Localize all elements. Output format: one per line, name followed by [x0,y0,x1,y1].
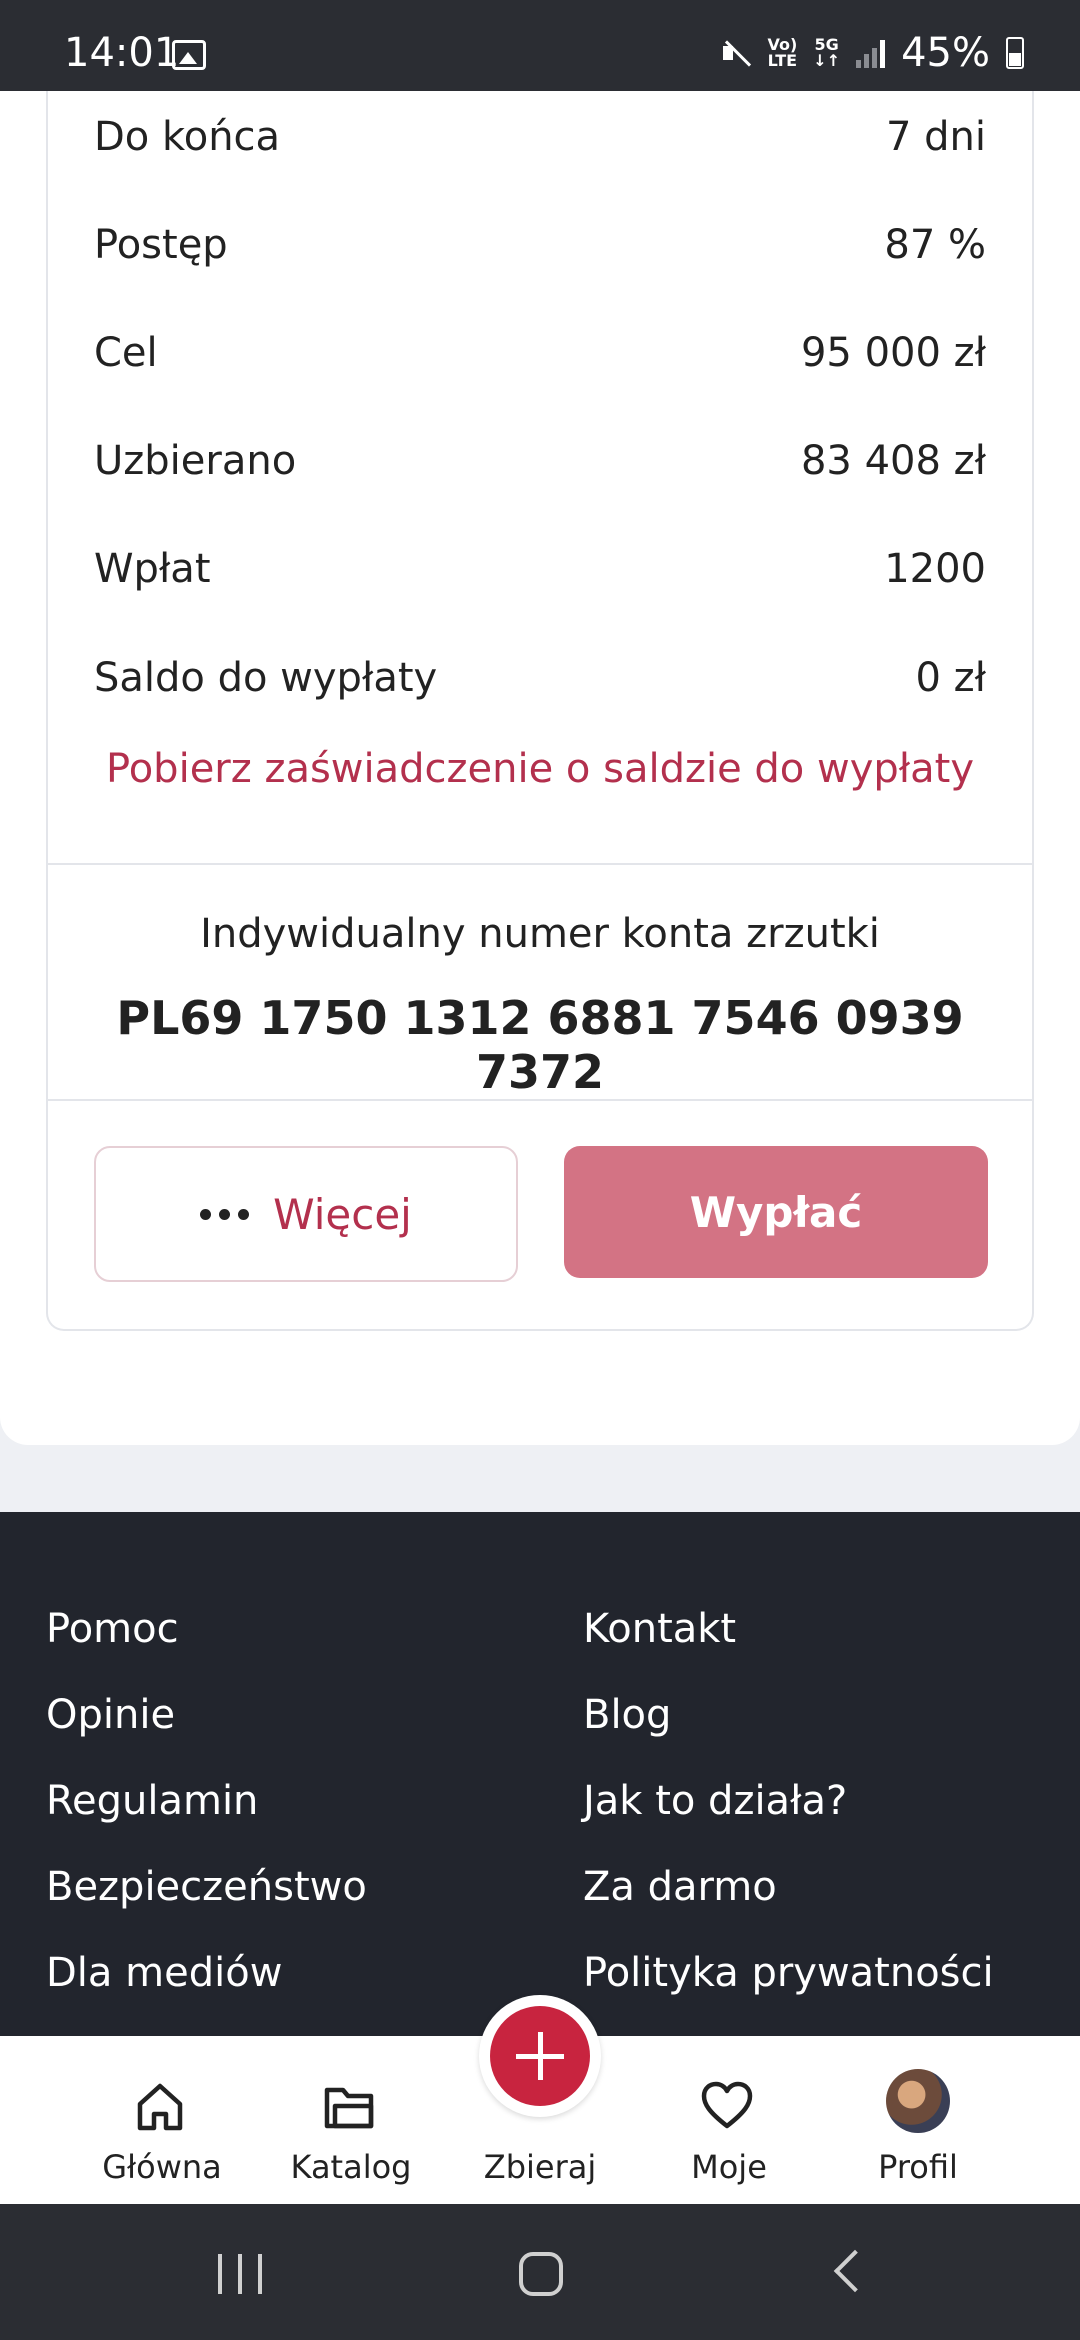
detail-label: Postęp [94,222,228,268]
account-number: PL69 1750 1312 6881 7546 0939 7372 [116,991,964,1099]
footer-link-privacy[interactable]: Polityka prywatności [583,1950,994,1996]
footer-link-help[interactable]: Pomoc [46,1606,179,1652]
more-dots-icon [200,1208,250,1220]
detail-row: Cel 95 000 zł [94,323,986,383]
mute-icon [721,38,751,68]
detail-label: Uzbierano [94,438,297,484]
5g-indicator: 5G ↓↑ [813,37,840,69]
status-bar: 14:01 Vo) LTE 5G ↓↑ 45% [0,0,1080,91]
footer-link-media[interactable]: Dla mediów [46,1950,282,1996]
detail-row: Wpłat 1200 [94,539,986,599]
nav-mine[interactable]: Moje [634,2036,824,2204]
detail-label: Cel [94,330,158,376]
footer-link-reviews[interactable]: Opinie [46,1692,175,1738]
account-number-label: Indywidualny numer konta zrzutki [200,911,880,957]
detail-value: 87 % [884,222,986,268]
detail-row: Saldo do wypłaty 0 zł [94,648,986,708]
detail-value: 1200 [884,546,986,592]
download-balance-certificate-link[interactable]: Pobierz zaświadczenie o saldzie do wypła… [48,746,1032,792]
home-button-icon[interactable] [519,2252,563,2296]
detail-label: Wpłat [94,546,211,592]
nav-home-label: Główna [102,2148,222,2186]
detail-row: Postęp 87 % [94,215,986,275]
avatar[interactable] [886,2069,950,2133]
detail-value: 0 zł [915,655,986,701]
detail-value: 83 408 zł [800,438,986,484]
more-button-label: Więcej [273,1189,412,1239]
nav-home[interactable]: Główna [67,2036,257,2204]
create-fundraiser-button[interactable] [479,1995,601,2117]
footer-link-terms[interactable]: Regulamin [46,1778,258,1824]
detail-label: Do końca [94,114,281,160]
footer-link-blog[interactable]: Blog [583,1692,671,1738]
battery-percent: 45% [901,30,990,76]
image-notification-icon [172,40,206,70]
battery-icon [1006,37,1024,69]
status-time: 14:01 [64,30,180,76]
fundraiser-panel: Do końca 7 dni Postęp 87 % Cel 95 000 zł… [0,91,1080,1445]
volte-indicator: Vo) LTE [767,37,797,69]
footer: Pomoc Opinie Regulamin Bezpieczeństwo Dl… [0,1512,1080,2037]
divider [48,1099,1032,1101]
system-navigation-bar [0,2204,1080,2340]
nav-mine-label: Moje [691,2148,767,2186]
recent-apps-icon[interactable] [218,2254,262,2294]
volte-bottom: LTE [767,51,798,70]
withdraw-button[interactable]: Wypłać [564,1146,988,1278]
detail-label: Saldo do wypłaty [94,655,438,701]
footer-link-free[interactable]: Za darmo [583,1864,777,1910]
folder-icon [324,2087,374,2129]
more-button[interactable]: Więcej [94,1146,518,1282]
nav-collect-label: Zbieraj [483,2148,597,2186]
signal-icon [856,38,886,68]
plus-icon [490,2006,590,2106]
footer-link-contact[interactable]: Kontakt [583,1606,736,1652]
detail-value: 95 000 zł [800,330,986,376]
home-icon [137,2083,183,2131]
5g-bottom: ↓↑ [813,51,841,70]
nav-catalog-label: Katalog [290,2148,412,2186]
nav-catalog[interactable]: Katalog [256,2036,446,2204]
detail-row: Uzbierano 83 408 zł [94,431,986,491]
detail-value: 7 dni [885,114,986,160]
detail-row: Do końca 7 dni [94,107,986,167]
divider [48,863,1032,865]
status-icons: Vo) LTE 5G ↓↑ 45% [721,30,1024,76]
nav-profile-label: Profil [878,2148,958,2186]
withdraw-button-label: Wypłać [689,1187,863,1237]
heart-icon [701,2081,753,2129]
footer-link-security[interactable]: Bezpieczeństwo [46,1864,367,1910]
footer-link-how-it-works[interactable]: Jak to działa? [583,1778,847,1824]
fundraiser-summary-card: Do końca 7 dni Postęp 87 % Cel 95 000 zł… [46,91,1034,1331]
back-icon[interactable] [833,2249,877,2293]
